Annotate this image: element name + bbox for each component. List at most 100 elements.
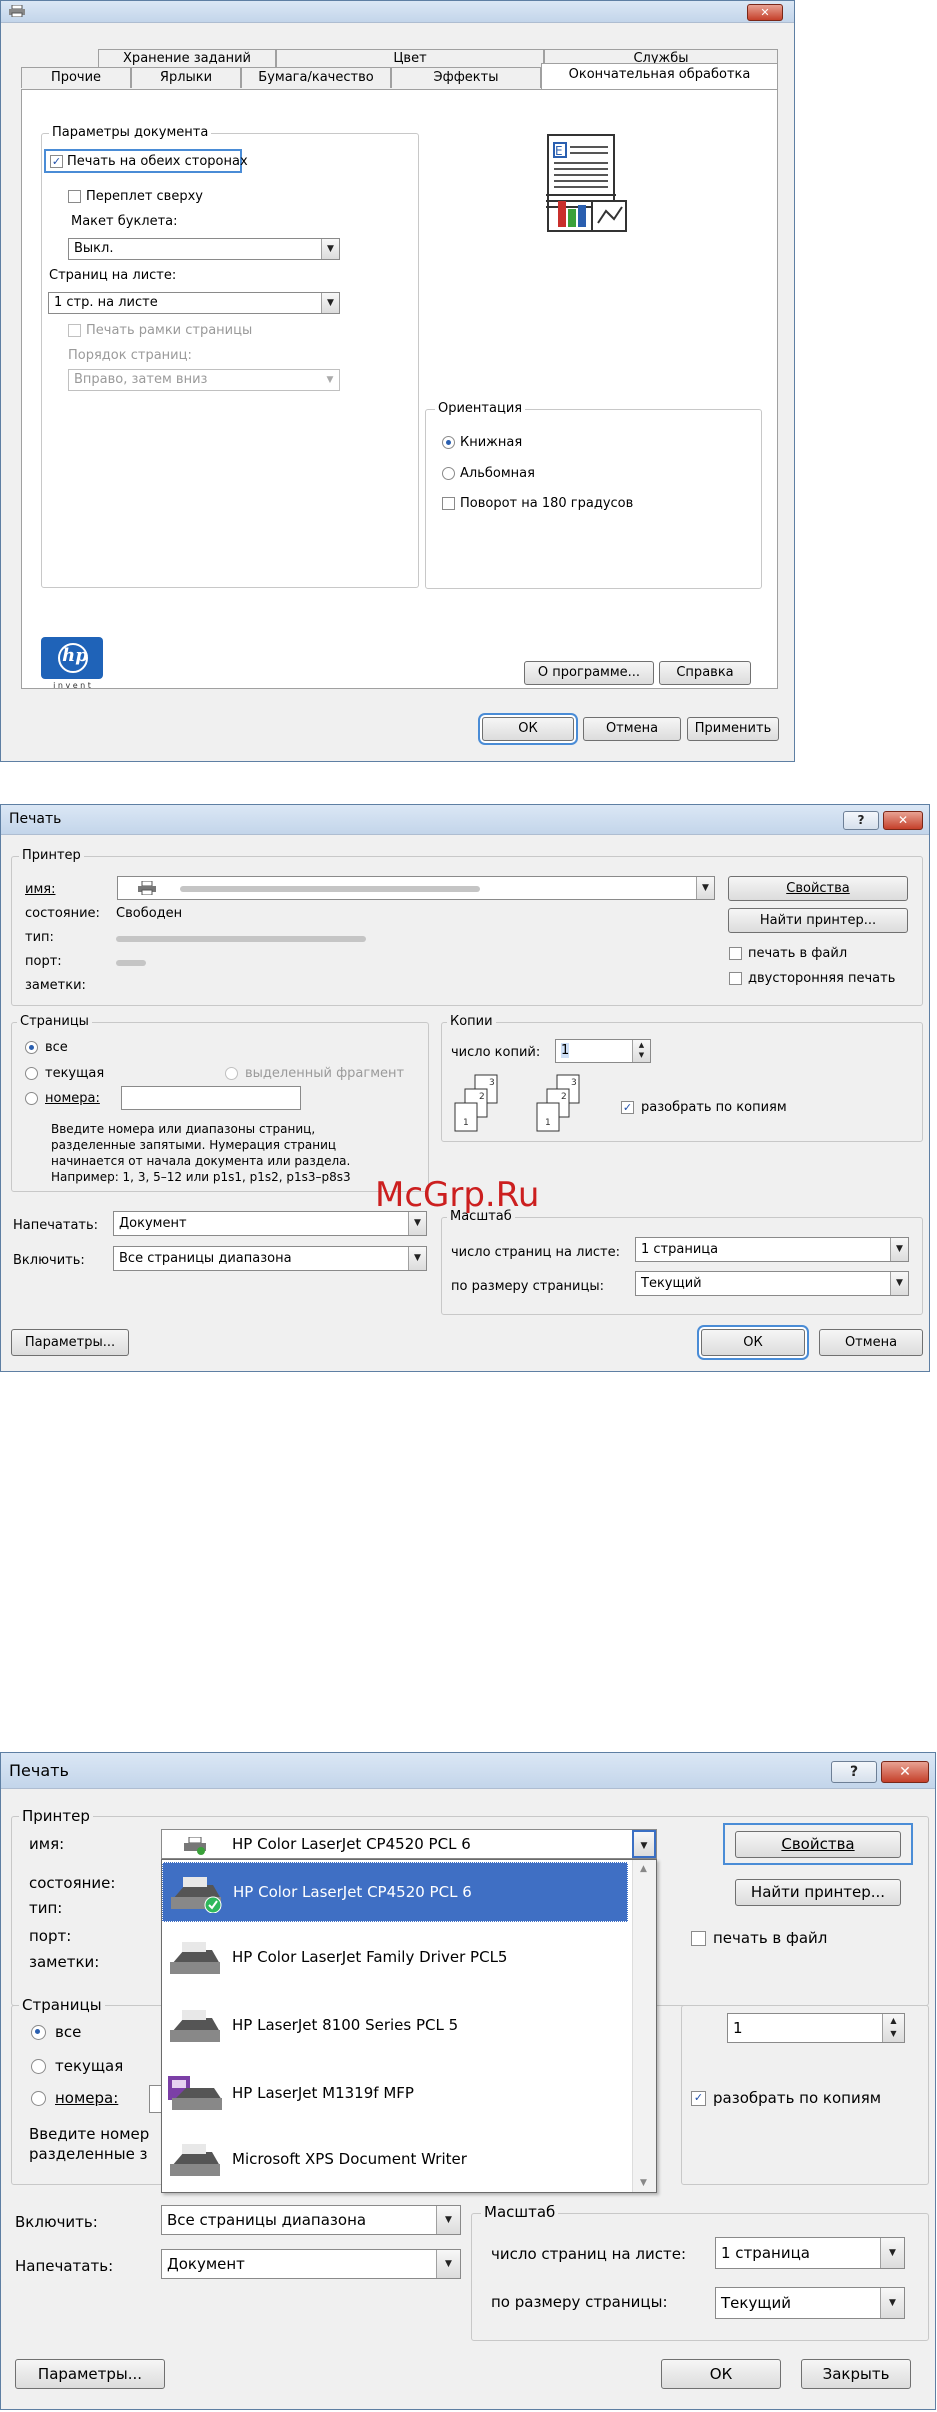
- chevron-down-icon[interactable]: ▼: [436, 2206, 460, 2234]
- dropdown-scrollbar[interactable]: ▲ ▼: [632, 1860, 656, 2192]
- booklet-layout-select[interactable]: Выкл. ▼: [68, 238, 340, 260]
- cancel-button[interactable]: Отмена: [819, 1329, 923, 1356]
- close-button[interactable]: ✕: [883, 811, 923, 830]
- tab-finishing[interactable]: Окончательная обработка: [541, 63, 778, 89]
- chevron-down-icon[interactable]: ▼: [632, 1830, 656, 1858]
- find-printer-button[interactable]: Найти принтер...: [728, 908, 908, 933]
- printer-option-label: HP LaserJet M1319f MFP: [232, 2084, 414, 2102]
- tab-label: Ярлыки: [159, 70, 213, 85]
- selection-radio[interactable]: [225, 1067, 238, 1080]
- landscape-radio[interactable]: [442, 467, 455, 480]
- print-to-file-checkbox[interactable]: [691, 1931, 706, 1946]
- copies-input[interactable]: 1 ▲ ▼: [555, 1039, 651, 1063]
- printer-properties-dialog: ✕ Хранение заданий Цвет Службы Прочие Яр…: [0, 0, 795, 762]
- print-page-borders-label: Печать рамки страницы: [86, 323, 253, 338]
- blurred-port-value: [116, 960, 146, 966]
- print-page-borders-checkbox[interactable]: [68, 324, 81, 337]
- chevron-down-icon[interactable]: ▼: [408, 1247, 426, 1270]
- svg-text:2: 2: [479, 1092, 485, 1102]
- scale-to-paper-value: Текущий: [721, 2294, 791, 2312]
- pages-per-sheet-select[interactable]: 1 страница ▼: [635, 1237, 909, 1262]
- chevron-down-icon[interactable]: ▼: [890, 1238, 908, 1261]
- close-button[interactable]: ✕: [747, 4, 783, 21]
- copies-input[interactable]: 1 ▲ ▼: [727, 2013, 905, 2043]
- printer-option[interactable]: Microsoft XPS Document Writer: [162, 2130, 628, 2192]
- close-dialog-button[interactable]: Закрыть: [801, 2359, 911, 2389]
- all-pages-radio[interactable]: [31, 2025, 46, 2040]
- pages-per-sheet-select[interactable]: 1 страница ▼: [715, 2237, 905, 2269]
- current-page-radio[interactable]: [31, 2059, 46, 2074]
- tab-shortcuts[interactable]: Ярлыки: [131, 67, 241, 88]
- flip-pages-up-checkbox[interactable]: [68, 190, 81, 203]
- spinner-icon[interactable]: ▲ ▼: [882, 2014, 904, 2042]
- current-page-radio[interactable]: [25, 1067, 38, 1080]
- find-printer-button[interactable]: Найти принтер...: [735, 1879, 901, 1906]
- tab-other[interactable]: Прочие: [21, 67, 131, 88]
- printer-option[interactable]: HP Color LaserJet CP4520 PCL 6: [162, 1862, 628, 1922]
- portrait-radio[interactable]: [442, 436, 455, 449]
- options-button[interactable]: Параметры...: [15, 2359, 165, 2389]
- spinner-icon[interactable]: ▲ ▼: [632, 1040, 650, 1062]
- printer-option[interactable]: HP LaserJet M1319f MFP: [162, 2062, 628, 2128]
- tab-job-storage[interactable]: Хранение заданий: [98, 49, 276, 67]
- page-order-select[interactable]: Вправо, затем вниз ▼: [68, 369, 340, 391]
- chevron-down-icon[interactable]: ▼: [408, 1212, 426, 1235]
- duplex-checkbox[interactable]: [729, 972, 742, 985]
- printer-option[interactable]: HP LaserJet 8100 Series PCL 5: [162, 1994, 628, 2060]
- printer-option[interactable]: HP Color LaserJet Family Driver PCL5: [162, 1926, 628, 1992]
- include-select[interactable]: Все страницы диапазона ▼: [113, 1246, 427, 1271]
- chevron-down-icon[interactable]: ▼: [880, 2288, 904, 2318]
- rotate-180-checkbox[interactable]: [442, 497, 455, 510]
- ok-button[interactable]: ОК: [482, 717, 574, 741]
- duplex-checkbox[interactable]: ✓: [50, 155, 63, 168]
- apply-button[interactable]: Применить: [687, 717, 779, 741]
- help-button[interactable]: ?: [843, 811, 879, 830]
- svg-text:E: E: [555, 144, 563, 158]
- tab-effects[interactable]: Эффекты: [391, 67, 541, 88]
- scale-to-paper-select[interactable]: Текущий ▼: [635, 1271, 909, 1296]
- booklet-layout-value: Выкл.: [74, 241, 114, 256]
- chevron-down-icon[interactable]: ▼: [880, 2238, 904, 2268]
- properties-button-label: Свойства: [781, 1835, 855, 1853]
- printer-name-select[interactable]: HP Color LaserJet CP4520 PCL 6 ▼: [161, 1829, 657, 1859]
- properties-titlebar: ✕: [1, 1, 794, 23]
- page-numbers-input[interactable]: [121, 1086, 301, 1110]
- properties-button[interactable]: Свойства: [735, 1831, 901, 1858]
- tab-color[interactable]: Цвет: [276, 49, 544, 67]
- include-select[interactable]: Все страницы диапазона ▼: [161, 2205, 461, 2235]
- collate-checkbox[interactable]: ✓: [691, 2091, 706, 2106]
- svg-text:3: 3: [489, 1078, 495, 1088]
- landscape-label: Альбомная: [460, 466, 535, 481]
- pages-per-sheet-label: число страниц на листе:: [451, 1245, 620, 1260]
- close-button[interactable]: ✕: [881, 1761, 929, 1783]
- scroll-up-icon[interactable]: ▲: [640, 1864, 647, 1874]
- chevron-down-icon[interactable]: ▼: [321, 293, 339, 313]
- pages-per-sheet-select[interactable]: 1 стр. на листе ▼: [48, 292, 340, 314]
- copies-group-label: Копии: [447, 1014, 496, 1029]
- page-numbers-radio[interactable]: [25, 1092, 38, 1105]
- collate-checkbox[interactable]: ✓: [621, 1101, 634, 1114]
- ok-button[interactable]: ОК: [661, 2359, 781, 2389]
- print-to-file-label: печать в файл: [748, 946, 848, 961]
- scale-to-paper-select[interactable]: Текущий ▼: [715, 2287, 905, 2319]
- ok-button[interactable]: ОК: [701, 1329, 805, 1356]
- cancel-button[interactable]: Отмена: [583, 717, 681, 741]
- help-button[interactable]: ?: [831, 1761, 877, 1783]
- scroll-down-icon[interactable]: ▼: [640, 2178, 647, 2188]
- all-pages-radio[interactable]: [25, 1041, 38, 1054]
- printer-name-select[interactable]: ▼: [117, 876, 715, 900]
- about-button[interactable]: О программе...: [524, 661, 654, 685]
- print-what-select[interactable]: Документ ▼: [161, 2249, 461, 2279]
- page-numbers-radio[interactable]: [31, 2091, 46, 2106]
- properties-button-label: Свойства: [786, 881, 850, 896]
- options-button[interactable]: Параметры...: [11, 1329, 129, 1356]
- chevron-down-icon[interactable]: ▼: [696, 877, 714, 899]
- tab-paper-quality[interactable]: Бумага/качество: [241, 67, 391, 88]
- chevron-down-icon[interactable]: ▼: [436, 2250, 460, 2278]
- help-button[interactable]: Справка: [659, 661, 751, 685]
- properties-button[interactable]: Свойства: [728, 876, 908, 901]
- chevron-down-icon[interactable]: ▼: [321, 239, 339, 259]
- chevron-down-icon[interactable]: ▼: [890, 1272, 908, 1295]
- print-to-file-checkbox[interactable]: [729, 947, 742, 960]
- printer-dropdown-list[interactable]: HP Color LaserJet CP4520 PCL 6 HP Color …: [161, 1859, 657, 2193]
